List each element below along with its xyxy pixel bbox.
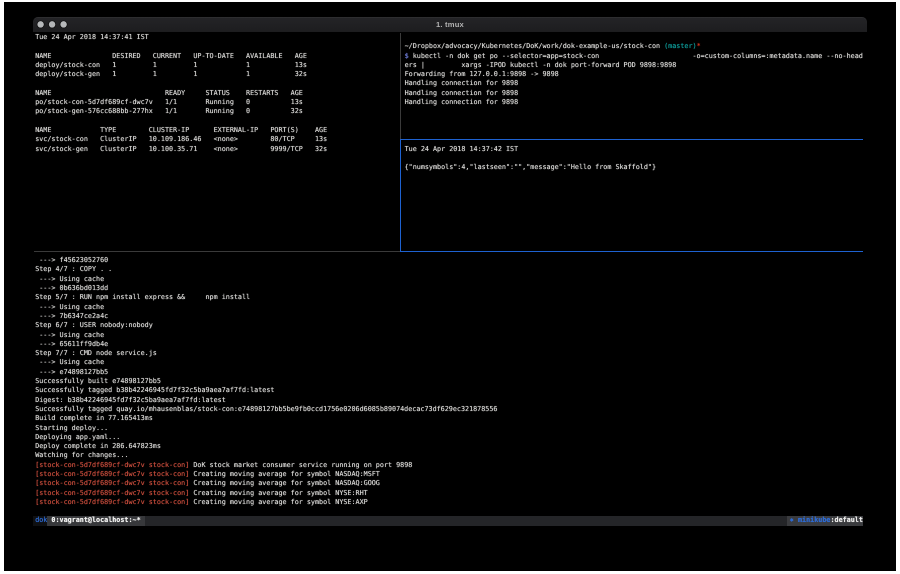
- terminal-line: ers | xargs -IPOD kubectl -n dok port-fo…: [405, 61, 863, 70]
- terminal-line: ---> f45623052760: [35, 256, 497, 265]
- active-pane-border-top[interactable]: [400, 139, 863, 140]
- terminal-line: svc/stock-gen ClusterIP 10.100.35.71 <no…: [35, 145, 327, 154]
- terminal-line: ---> 0b636bd013dd: [35, 284, 497, 293]
- terminal-line: svc/stock-con ClusterIP 10.109.186.46 <n…: [35, 135, 327, 144]
- terminal-line: {"numsymbols":4,"lastseen":"","message":…: [405, 163, 656, 172]
- terminal-line: ---> Using cache: [35, 303, 497, 312]
- status-right-text: ⎈ minikube:default: [790, 516, 863, 526]
- terminal-line: NAME TYPE CLUSTER-IP EXTERNAL-IP PORT(S)…: [35, 126, 327, 135]
- terminal-line: [stock-con-5d7df689cf-dwc7v stock-con] C…: [35, 479, 497, 488]
- terminal-line: Handling connection for 9898: [405, 89, 863, 98]
- terminal-line: Handling connection for 9898: [405, 79, 863, 88]
- terminal-line: NAME DESIRED CURRENT UP-TO-DATE AVAILABL…: [35, 52, 327, 61]
- terminal-line: Step 7/7 : CMD node service.js: [35, 349, 497, 358]
- terminal-line: Successfully built e74898127bb5: [35, 377, 497, 386]
- terminal-line: Starting deploy...: [35, 424, 497, 433]
- window-title: 1. tmux: [33, 17, 867, 32]
- terminal-line: Watching for changes...: [35, 451, 497, 460]
- terminal-line: po/stock-gen-576cc688bb-277hx 1/1 Runnin…: [35, 107, 327, 116]
- terminal-line: Digest: b38b42246945fd7f32c5ba9aea7af7fd…: [35, 396, 497, 405]
- terminal-line: Tue 24 Apr 2018 14:37:42 IST: [405, 145, 656, 154]
- terminal-line: ---> e74898127bb5: [35, 368, 497, 377]
- terminal-line: [stock-con-5d7df689cf-dwc7v stock-con] C…: [35, 498, 497, 507]
- terminal-line: Handling connection for 9898: [405, 98, 863, 107]
- terminal-line: $ kubectl -n dok get po --selector=app=s…: [405, 52, 863, 61]
- pane-kubectl-watch[interactable]: Tue 24 Apr 2018 14:37:41 IST NAME DESIRE…: [35, 33, 327, 154]
- terminal-line: Step 5/7 : RUN npm install express && np…: [35, 293, 497, 302]
- pane-port-forward[interactable]: ~/Dropbox/advocacy/Kubernetes/DoK/work/d…: [405, 33, 863, 107]
- tmux-status-bar: dok 0:vagrant@localhost:~* ⎈ minikube:de…: [33, 516, 863, 526]
- terminal-line: [stock-con-5d7df689cf-dwc7v stock-con] C…: [35, 470, 497, 479]
- kube-context: minikube: [798, 516, 830, 524]
- pane-skaffold-log[interactable]: ---> f45623052760Step 4/7 : COPY . . ---…: [35, 256, 497, 507]
- active-pane-border-left[interactable]: [400, 139, 401, 252]
- terminal-line: ---> Using cache: [35, 358, 497, 367]
- terminal-line: [35, 79, 327, 88]
- pane-divider-vertical[interactable]: [400, 33, 401, 139]
- session-name: dok: [35, 516, 47, 524]
- terminal-line: [stock-con-5d7df689cf-dwc7v stock-con] C…: [35, 489, 497, 498]
- terminal-line: Build complete in 77.165413ms: [35, 414, 497, 423]
- terminal-line: [35, 117, 327, 126]
- terminal-window: 1. tmux Tue 24 Apr 2018 14:37:41 IST NAM…: [33, 17, 867, 554]
- terminal-line: Deploying app.yaml...: [35, 433, 497, 442]
- screen-background: 1. tmux Tue 24 Apr 2018 14:37:41 IST NAM…: [4, 2, 896, 571]
- active-window-label: 0:vagrant@localhost:~*: [51, 516, 140, 524]
- terminal-line: [405, 33, 863, 42]
- terminal-line: [stock-con-5d7df689cf-dwc7v stock-con] D…: [35, 461, 497, 470]
- terminal-line: deploy/stock-con 1 1 1 1 13s: [35, 61, 327, 70]
- terminal-line: po/stock-con-5d7df689cf-dwc7v 1/1 Runnin…: [35, 98, 327, 107]
- kube-namespace: :default: [830, 516, 862, 524]
- terminal-line: [35, 42, 327, 51]
- terminal-line: ---> Using cache: [35, 275, 497, 284]
- page-background: 1. tmux Tue 24 Apr 2018 14:37:41 IST NAM…: [0, 0, 900, 574]
- terminal-line: NAME READY STATUS RESTARTS AGE: [35, 89, 327, 98]
- terminal-line: [405, 154, 656, 163]
- terminal-line: ~/Dropbox/advocacy/Kubernetes/DoK/work/d…: [405, 42, 863, 51]
- terminal-line: Successfully tagged quay.io/mhausenblas/…: [35, 405, 497, 414]
- active-pane-border-bottom[interactable]: [400, 251, 863, 252]
- pane-service-output-active[interactable]: Tue 24 Apr 2018 14:37:42 IST {"numsymbol…: [405, 145, 656, 173]
- terminal-line: Step 4/7 : COPY . .: [35, 265, 497, 274]
- terminal-line: ---> Using cache: [35, 331, 497, 340]
- tmux-session: Tue 24 Apr 2018 14:37:41 IST NAME DESIRE…: [33, 32, 867, 555]
- terminal-line: Tue 24 Apr 2018 14:37:41 IST: [35, 33, 327, 42]
- status-left-text[interactable]: dok 0:vagrant@localhost:~*: [35, 516, 140, 526]
- pane-divider-horizontal[interactable]: [34, 251, 400, 252]
- terminal-line: ---> 65611ff9db4e: [35, 340, 497, 349]
- terminal-line: ---> 7b6347ce2a4c: [35, 312, 497, 321]
- terminal-line: Successfully tagged b38b42246945fd7f32c5…: [35, 386, 497, 395]
- window-titlebar[interactable]: 1. tmux: [33, 17, 867, 32]
- terminal-line: deploy/stock-gen 1 1 1 1 32s: [35, 70, 327, 79]
- terminal-line: Step 6/7 : USER nobody:nobody: [35, 321, 497, 330]
